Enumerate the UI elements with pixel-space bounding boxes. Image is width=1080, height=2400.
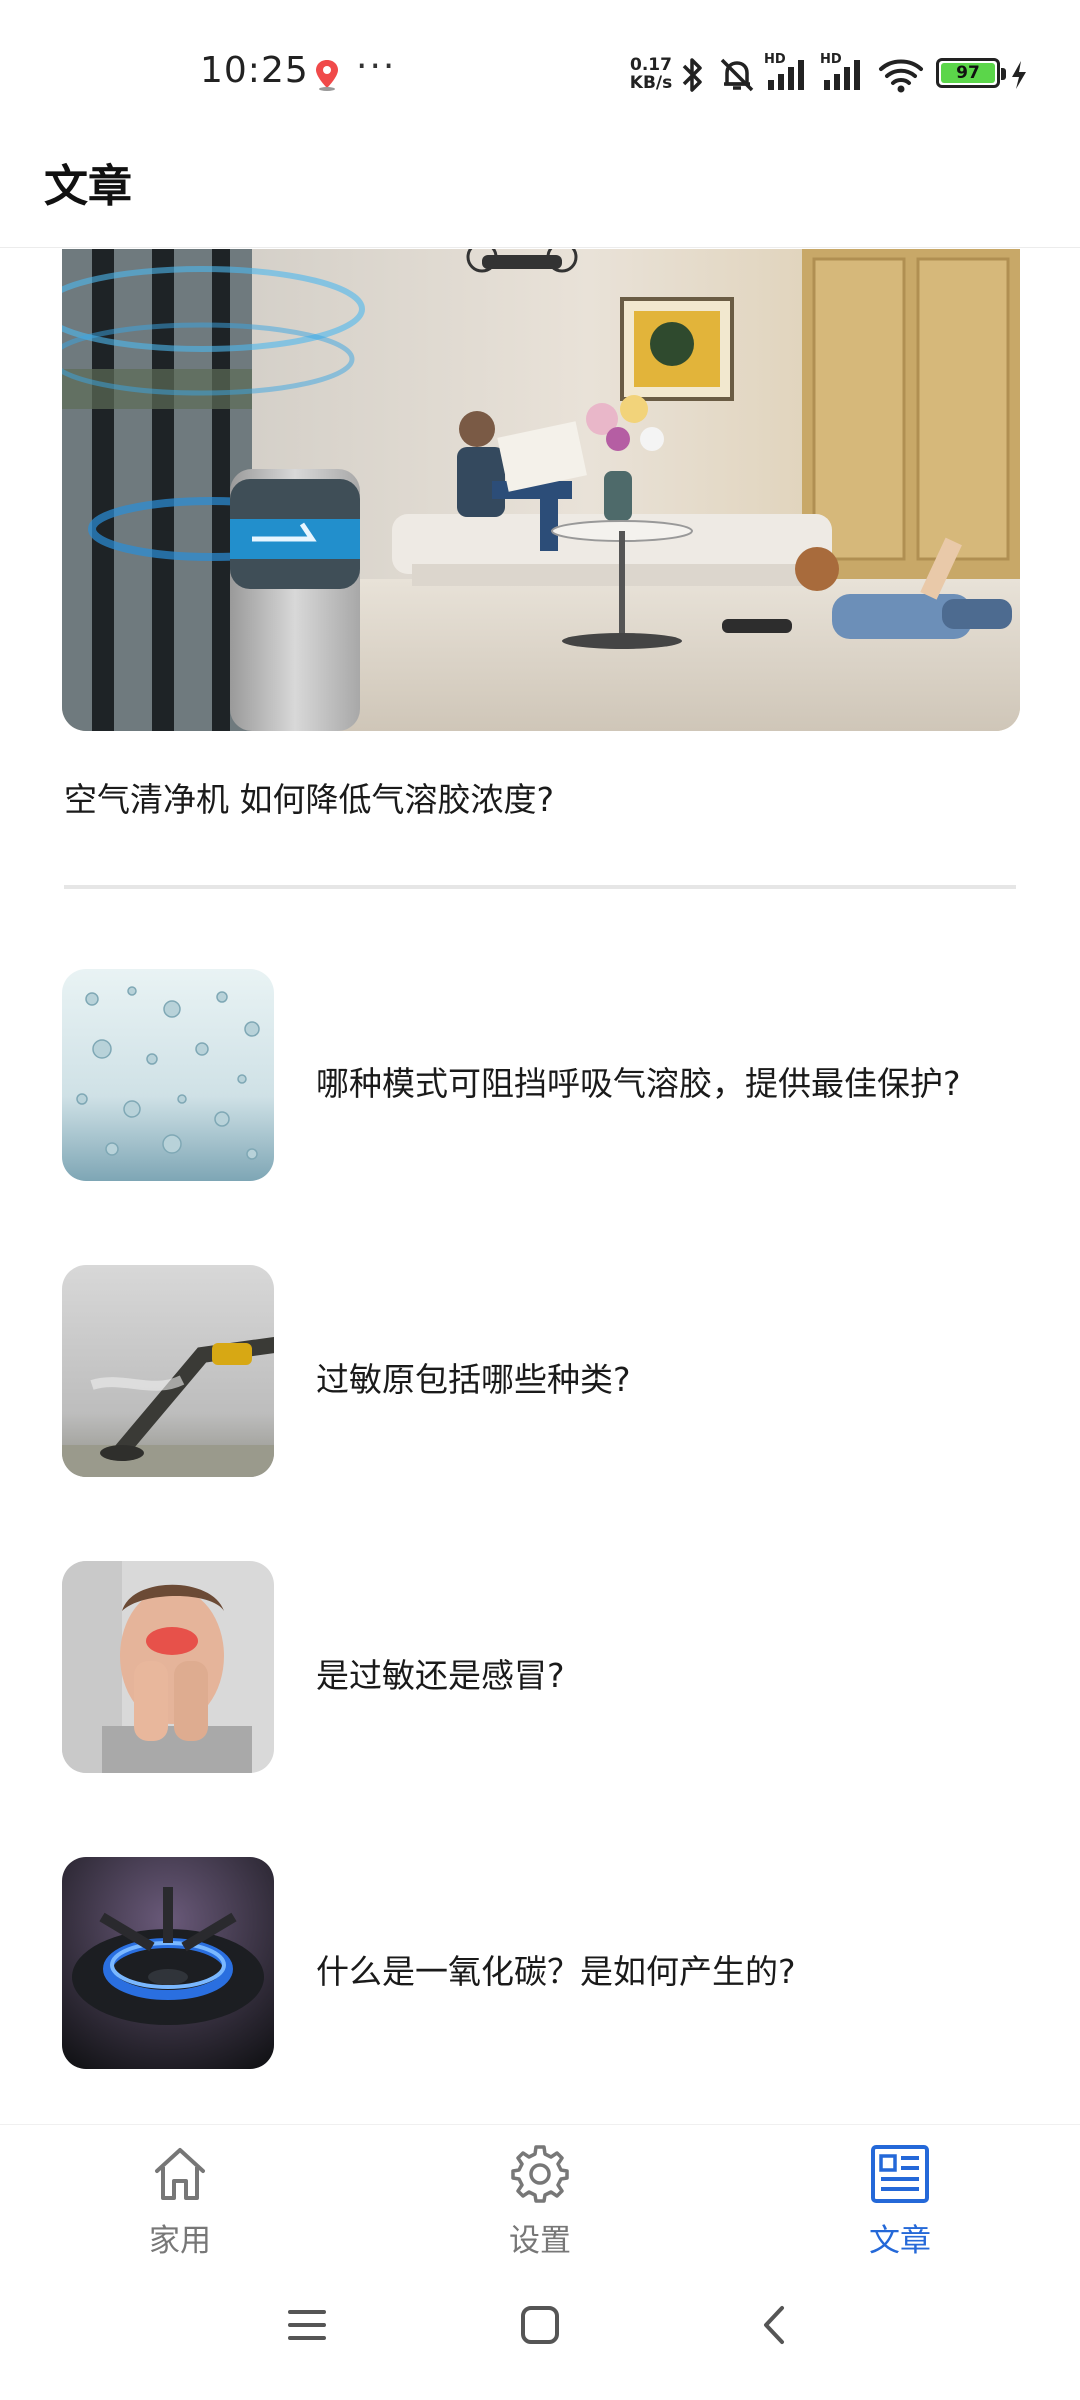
divider (64, 885, 1016, 889)
article-list[interactable]: 空气清净机 如何降低气溶胶浓度? 哪种模式可阻挡呼吸气溶胶，提供最佳保护? 过敏… (0, 249, 1080, 2124)
screen: 10:25 ··· 0.17 KB/s HD HD 97 文章 空气清净机 如何… (0, 0, 1080, 2400)
more-notifications-icon: ··· (356, 46, 397, 87)
system-navigation-bar (0, 2282, 1080, 2400)
nav-item-settings[interactable]: 设置 (440, 2143, 640, 2273)
hero-article-image[interactable] (62, 249, 1020, 731)
hero-article-title[interactable]: 空气清净机 如何降低气溶胶浓度? (64, 773, 554, 821)
signal-2-icon: HD (820, 52, 868, 94)
app-header (0, 140, 1080, 248)
article-title: 过敏原包括哪些种类? (316, 1360, 631, 1399)
article-thumbnail-vacuum (62, 1265, 274, 1477)
nav-item-home[interactable]: 家用 (80, 2143, 280, 2273)
nav-label-home: 家用 (149, 2223, 211, 2259)
network-speed: 0.17 KB/s (628, 56, 674, 92)
article-item-allergy-or-cold[interactable]: 是过敏还是感冒? (62, 1561, 1020, 1773)
battery-level: 97 (941, 63, 995, 83)
article-item-allergens[interactable]: 过敏原包括哪些种类? (62, 1265, 1020, 1477)
article-title: 是过敏还是感冒? (316, 1656, 565, 1695)
article-title: 哪种模式可阻挡呼吸气溶胶，提供最佳保护? (316, 1064, 961, 1103)
bottom-navigation: 家用 设置 文章 (0, 2124, 1080, 2282)
article-thumbnail-gas-stove (62, 1857, 274, 2069)
article-item-aerosol[interactable]: 哪种模式可阻挡呼吸气溶胶，提供最佳保护? (62, 969, 1020, 1181)
status-time: 10:25 (200, 50, 309, 91)
page-title: 文章 (44, 161, 132, 212)
recent-apps-icon[interactable] (284, 2302, 330, 2348)
battery-icon: 97 (936, 58, 1006, 88)
signal-1-icon: HD (764, 52, 812, 94)
nav-label-settings: 设置 (509, 2223, 571, 2259)
net-speed-unit: KB/s (629, 73, 673, 93)
article-item-carbon-monoxide[interactable]: 什么是一氧化碳？是如何产生的? (62, 1857, 1020, 2069)
bluetooth-icon (682, 58, 702, 92)
wifi-icon (879, 59, 923, 93)
back-icon[interactable] (752, 2302, 798, 2348)
article-thumbnail-sneezing-man (62, 1561, 274, 1773)
article-thumbnail-water-drops (62, 969, 274, 1181)
nav-label-articles: 文章 (869, 2223, 931, 2259)
home-button-icon[interactable] (517, 2302, 563, 2348)
charging-icon (1012, 61, 1026, 89)
home-icon (155, 2148, 205, 2200)
net-speed-value: 0.17 (630, 55, 672, 75)
mute-bell-icon (720, 58, 754, 92)
status-bar: 10:25 ··· 0.17 KB/s HD HD 97 (0, 0, 1080, 140)
nav-item-articles[interactable]: 文章 (800, 2143, 1000, 2273)
gear-icon (511, 2145, 569, 2203)
article-icon (871, 2145, 929, 2203)
location-pin-icon (316, 60, 338, 91)
article-title: 什么是一氧化碳？是如何产生的? (316, 1952, 796, 1991)
